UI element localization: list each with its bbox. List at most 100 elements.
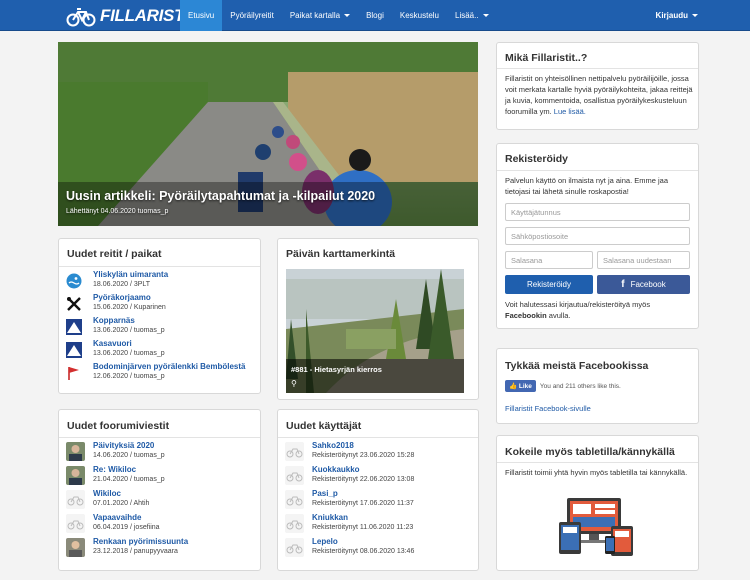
avatar — [66, 442, 85, 461]
nav-label: Lisää.. — [455, 11, 479, 20]
mountain-icon — [66, 342, 82, 358]
nav-item-keskustelu[interactable]: Keskustelu — [392, 0, 447, 31]
forum-title-link[interactable]: Wikiloc — [93, 489, 121, 498]
tablet-text: Fillaristit toimii yhtä hyvin myös table… — [505, 468, 688, 477]
forum-item[interactable]: Päivityksiä 2020 14.06.2020 / tuomas_p — [66, 441, 246, 465]
register-button-label: Rekisteröidy — [526, 280, 571, 289]
divider — [59, 437, 260, 438]
mapmark-caption-title[interactable]: #881 - Hietasyrjän kierros — [291, 365, 382, 374]
default-bike-avatar-icon — [285, 514, 304, 533]
user-meta: Rekisteröitynyt 23.06.2020 15:28 — [312, 452, 415, 459]
about-panel: Mikä Fillaristit..? Fillaristit on yhtei… — [496, 42, 699, 130]
nav-item-paikat-kartalla[interactable]: Paikat kartalla — [282, 0, 358, 31]
password-input[interactable]: Salasana — [505, 251, 593, 269]
hero-title[interactable]: Uusin artikkeli: Pyöräilytapahtumat ja -… — [66, 189, 375, 203]
forum-title-link[interactable]: Päivityksiä 2020 — [93, 441, 154, 450]
user-meta: Rekisteröitynyt 22.06.2020 13:08 — [312, 476, 415, 483]
login-menu[interactable]: Kirjaudu — [656, 0, 698, 31]
nav-label: Keskustelu — [399, 11, 439, 20]
user-item[interactable]: Sahko2018 Rekisteröitynyt 23.06.2020 15:… — [285, 441, 465, 465]
default-bike-avatar-icon — [285, 442, 304, 461]
route-item[interactable]: Yliskylän uimaranta 18.06.2020 / 3PLT — [66, 270, 246, 294]
forum-item[interactable]: Re: Wikiloc 21.04.2020 / tuomas_p — [66, 465, 246, 489]
nav-item-lisaa[interactable]: Lisää.. — [447, 0, 497, 31]
nav-item-pyorailyreitit[interactable]: Pyöräilyreitit — [222, 0, 282, 31]
user-name-link[interactable]: Lepelo — [312, 537, 338, 546]
hero-article[interactable]: Uusin artikkeli: Pyöräilytapahtumat ja -… — [58, 42, 478, 226]
nav-item-blogi[interactable]: Blogi — [358, 0, 392, 31]
default-bike-avatar-icon — [66, 490, 85, 509]
route-item[interactable]: Pyöräkorjaamo 15.06.2020 / Kuparinen — [66, 293, 246, 317]
about-title: Mikä Fillaristit..? — [505, 52, 588, 64]
route-title[interactable]: Kasavuori — [93, 339, 132, 348]
route-item[interactable]: Kasavuori 13.06.2020 / tuomas_p — [66, 339, 246, 363]
user-item[interactable]: Kuokkaukko Rekisteröitynyt 22.06.2020 13… — [285, 465, 465, 489]
user-item[interactable]: Pasi_p Rekisteröitynyt 17.06.2020 11:37 — [285, 489, 465, 513]
caret-down-icon — [344, 14, 351, 17]
facebook-note-bold: Facebookin — [505, 311, 547, 320]
caret-down-icon — [692, 14, 698, 17]
register-text: Palvelun käyttö on ilmaista nyt ja aina.… — [505, 176, 668, 196]
read-more-link[interactable]: Lue lisää. — [554, 107, 586, 116]
route-meta: 15.06.2020 / Kuparinen — [93, 304, 166, 311]
divider — [59, 266, 260, 267]
route-title[interactable]: Yliskylän uimaranta — [93, 270, 168, 279]
about-body: Fillaristit on yhteisöllinen nettipalvel… — [505, 74, 693, 116]
password-confirm-input[interactable]: Salasana uudestaan — [597, 251, 690, 269]
like-label: Like — [518, 383, 532, 390]
user-name-link[interactable]: Kniukkan — [312, 513, 348, 522]
forum-title-link[interactable]: Renkaan pyörimissuunta — [93, 537, 188, 546]
divider — [497, 170, 698, 171]
routes-title: Uudet reitit / paikat — [67, 248, 162, 260]
route-title[interactable]: Bodominjärven pyörälenkki Bembölestä — [93, 362, 246, 371]
like-button[interactable]: 👍 Like — [505, 380, 536, 392]
users-panel: Uudet käyttäjät Sahko2018 Rekisteröityny… — [277, 409, 479, 571]
avatar — [66, 466, 85, 485]
nav-item-etusivu[interactable]: Etusivu — [180, 0, 223, 31]
user-name-link[interactable]: Pasi_p — [312, 489, 338, 498]
route-item[interactable]: Kopparnäs 13.06.2020 / tuomas_p — [66, 316, 246, 340]
mapmark-image[interactable]: #881 - Hietasyrjän kierros ⚲ — [286, 269, 464, 393]
user-item[interactable]: Kniukkan Rekisteröitynyt 11.06.2020 11:2… — [285, 513, 465, 537]
facebook-like: 👍 Like You and 211 others like this. — [505, 380, 621, 392]
nav-label: Blogi — [366, 11, 384, 20]
route-title[interactable]: Pyöräkorjaamo — [93, 293, 151, 302]
facebook-panel: Tykkää meistä Facebookissa 👍 Like You an… — [496, 348, 699, 424]
username-input[interactable]: Käyttäjätunnus — [505, 203, 690, 221]
facebook-login-button[interactable]: f Facebook — [597, 275, 690, 294]
bicycle-logo-icon — [66, 8, 96, 27]
register-button[interactable]: Rekisteröidy — [505, 275, 593, 294]
password-placeholder: Salasana — [511, 255, 543, 265]
user-meta: Rekisteröitynyt 17.06.2020 11:37 — [312, 500, 414, 507]
register-panel: Rekisteröidy Palvelun käyttö on ilmaista… — [496, 143, 699, 329]
forum-item[interactable]: Renkaan pyörimissuunta 23.12.2018 / panu… — [66, 537, 246, 561]
avatar — [66, 538, 85, 557]
forum-title-link[interactable]: Re: Wikiloc — [93, 465, 136, 474]
divider — [278, 437, 478, 438]
tablet-panel: Kokeile myös tabletilla/kännykällä Filla… — [496, 435, 699, 571]
password-confirm-placeholder: Salasana uudestaan — [603, 255, 672, 265]
brand-logo[interactable]: FILLARISTIT — [66, 4, 199, 28]
email-input[interactable]: Sähköpostiosoite — [505, 227, 690, 245]
forum-item[interactable]: Vapaavaihde 06.04.2019 / josefiina — [66, 513, 246, 537]
facebook-button-label: Facebook — [630, 280, 666, 289]
devices-illustration-icon — [559, 498, 633, 556]
facebook-title: Tykkää meistä Facebookissa — [505, 360, 649, 372]
route-item[interactable]: Bodominjärven pyörälenkki Bembölestä 12.… — [66, 362, 246, 386]
user-name-link[interactable]: Kuokkaukko — [312, 465, 360, 474]
route-title[interactable]: Kopparnäs — [93, 316, 135, 325]
user-name-link[interactable]: Sahko2018 — [312, 441, 354, 450]
routes-panel: Uudet reitit / paikat Yliskylän uimarant… — [58, 238, 261, 394]
route-meta: 13.06.2020 / tuomas_p — [93, 350, 165, 357]
route-meta: 13.06.2020 / tuomas_p — [93, 327, 165, 334]
caret-down-icon — [482, 14, 489, 17]
facebook-page-link[interactable]: Fillaristit Facebook-sivulle — [505, 404, 591, 413]
nav-label: Pyöräilyreitit — [230, 11, 274, 20]
default-bike-avatar-icon — [285, 490, 304, 509]
default-bike-avatar-icon — [285, 466, 304, 485]
mapmark-title: Päivän karttamerkintä — [286, 248, 396, 260]
top-navbar: FILLARISTIT Etusivu Pyöräilyreitit Paika… — [0, 0, 750, 31]
user-item[interactable]: Lepelo Rekisteröitynyt 08.06.2020 13:46 — [285, 537, 465, 561]
forum-item[interactable]: Wikiloc 07.01.2020 / Ahtih — [66, 489, 246, 513]
forum-title-link[interactable]: Vapaavaihde — [93, 513, 141, 522]
